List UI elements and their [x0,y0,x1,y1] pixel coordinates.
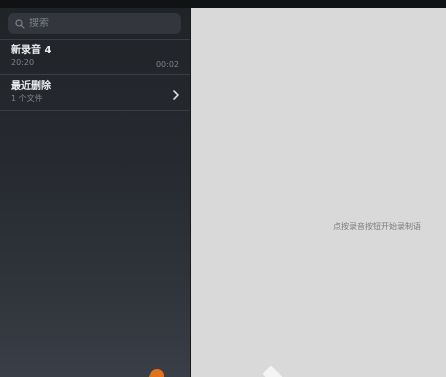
search-input[interactable] [29,18,169,29]
search-icon [15,18,25,29]
recordings-sidebar: 新录音 4 20:20 00:02 最近删除 1 个文件 [0,8,191,377]
recording-item[interactable]: 新录音 4 20:20 00:02 [0,44,190,70]
voice-memos-app: 新录音 4 20:20 00:02 最近删除 1 个文件 点按录音按钮开始录制语 [0,0,446,377]
recording-duration: 00:02 [155,60,179,69]
top-bar [0,0,446,8]
recently-deleted-count: 1 个文件 [11,94,43,103]
divider [0,110,190,111]
chevron-right-icon [172,86,180,100]
recently-deleted-item[interactable]: 最近删除 1 个文件 [0,80,190,106]
empty-state-hint: 点按录音按钮开始录制语 [333,222,421,231]
divider [0,39,190,40]
recording-title: 新录音 4 [11,45,52,56]
search-field[interactable] [8,13,181,34]
detail-pane: 点按录音按钮开始录制语 [191,8,446,377]
recently-deleted-title: 最近删除 [11,81,51,92]
recording-time: 20:20 [11,58,35,67]
divider [0,74,190,75]
